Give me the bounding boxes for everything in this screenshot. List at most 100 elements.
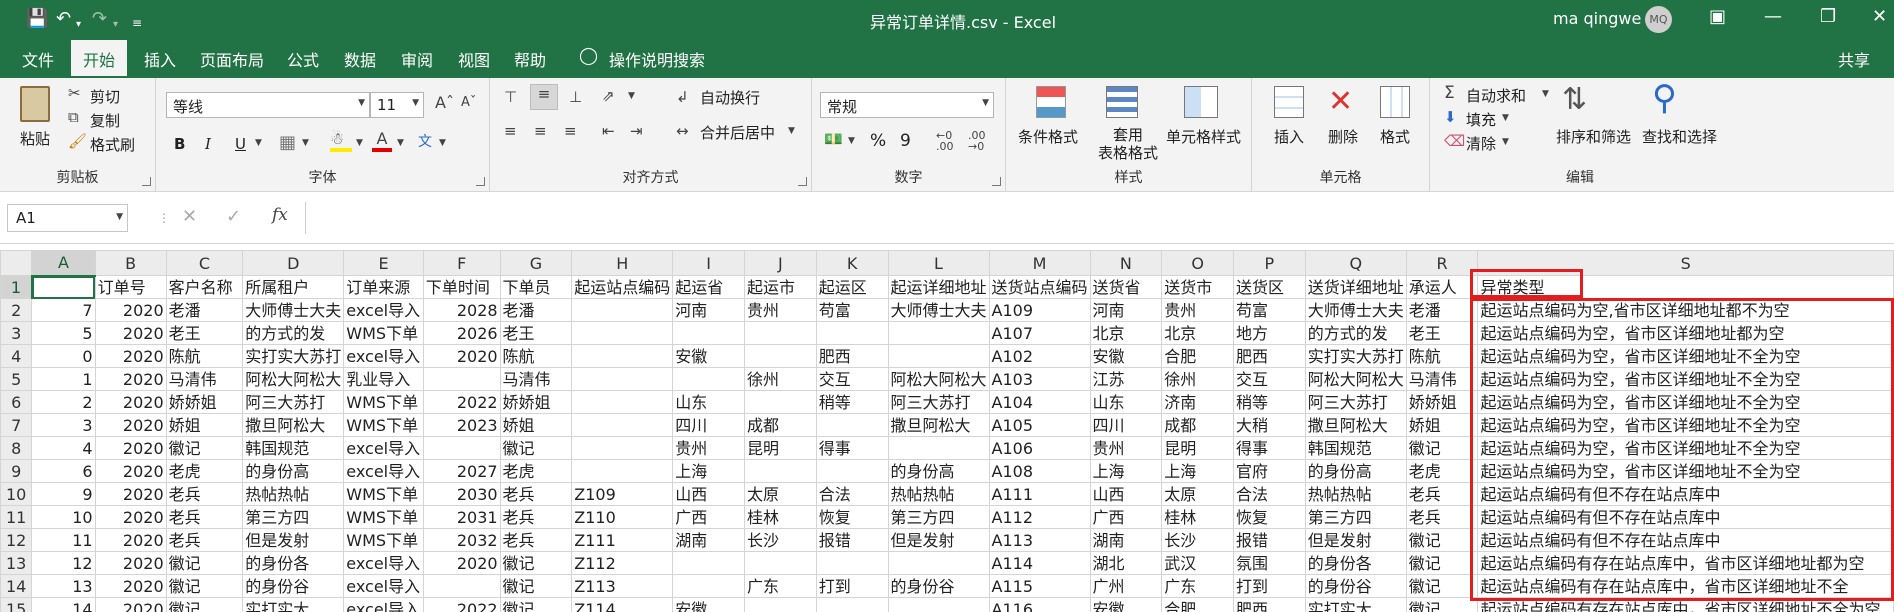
clear-button[interactable]: 清除 bbox=[1466, 133, 1496, 154]
row-header[interactable]: 9 bbox=[0, 459, 33, 483]
align-right-icon[interactable]: ≡ bbox=[564, 122, 577, 140]
cell-b4[interactable]: 2020 bbox=[94, 344, 167, 368]
column-header-r[interactable]: R bbox=[1405, 250, 1479, 276]
cell-q3[interactable]: 的方式的发 bbox=[1304, 321, 1407, 345]
cell-a5[interactable]: 1 bbox=[31, 367, 96, 391]
cell-j4[interactable] bbox=[744, 344, 817, 368]
column-header-l[interactable]: L bbox=[887, 250, 990, 276]
cell-c13[interactable]: 徽记 bbox=[165, 551, 244, 575]
column-header-p[interactable]: P bbox=[1233, 250, 1306, 276]
tab-view[interactable]: 视图 bbox=[458, 47, 490, 71]
underline-button[interactable]: U bbox=[235, 135, 246, 153]
cell-b9[interactable]: 2020 bbox=[94, 459, 167, 483]
tab-data[interactable]: 数据 bbox=[344, 47, 376, 71]
cell-n2[interactable]: 河南 bbox=[1089, 298, 1163, 322]
cell-l12[interactable]: 但是发射 bbox=[887, 528, 990, 552]
cell-n15[interactable]: 安徽 bbox=[1089, 597, 1163, 612]
cell-q7[interactable]: 撒旦阿松大 bbox=[1304, 413, 1407, 437]
cell-a3[interactable]: 5 bbox=[31, 321, 96, 345]
cell-g9[interactable]: 老虎 bbox=[499, 459, 573, 483]
delete-cells-button[interactable]: 删除 bbox=[1328, 126, 1358, 147]
cell-d5[interactable]: 阿松大阿松大 bbox=[242, 367, 345, 391]
cell-j12[interactable]: 长沙 bbox=[744, 528, 817, 552]
cell-q11[interactable]: 第三方四 bbox=[1304, 505, 1407, 529]
cell-i2[interactable]: 河南 bbox=[672, 298, 746, 322]
cell-k6[interactable]: 稍等 bbox=[815, 390, 889, 414]
cell-r3[interactable]: 老王 bbox=[1405, 321, 1479, 345]
row-header[interactable]: 2 bbox=[0, 298, 33, 322]
cell-r9[interactable]: 老虎 bbox=[1405, 459, 1479, 483]
cell-o12[interactable]: 长沙 bbox=[1161, 528, 1234, 552]
cell-f4[interactable]: 2020 bbox=[422, 344, 501, 368]
cell-m8[interactable]: A106 bbox=[988, 436, 1091, 460]
cell-h2[interactable] bbox=[571, 298, 674, 322]
name-box[interactable]: A1 ▼ bbox=[7, 204, 128, 232]
cell-r8[interactable]: 徽记 bbox=[1405, 436, 1479, 460]
cell-d2[interactable]: 大师傅士大夫 bbox=[242, 298, 345, 322]
cell-c14[interactable]: 徽记 bbox=[165, 574, 244, 598]
cell-a13[interactable]: 12 bbox=[31, 551, 96, 575]
column-header-a[interactable]: A bbox=[31, 250, 96, 277]
cell-k1[interactable]: 起运区 bbox=[815, 275, 889, 299]
grow-font-icon[interactable]: Aˆ bbox=[435, 93, 454, 112]
chevron-down-icon[interactable]: ▼ bbox=[255, 138, 262, 148]
cell-l6[interactable]: 阿三大苏打 bbox=[887, 390, 990, 414]
format-cells-button[interactable]: 格式 bbox=[1380, 126, 1410, 147]
cell-p12[interactable]: 报错 bbox=[1233, 528, 1306, 552]
cell-e2[interactable]: excel导入 bbox=[343, 298, 424, 322]
cell-i7[interactable]: 四川 bbox=[672, 413, 746, 437]
cell-e9[interactable]: excel导入 bbox=[343, 459, 424, 483]
save-icon[interactable]: 💾 bbox=[26, 8, 48, 30]
cell-r10[interactable]: 老兵 bbox=[1405, 482, 1479, 506]
cell-f10[interactable]: 2030 bbox=[422, 482, 501, 506]
font-name-select[interactable]: 等线 ▼ bbox=[166, 92, 370, 118]
undo-dropdown-icon[interactable]: ▾ bbox=[76, 14, 81, 36]
cell-i11[interactable]: 广西 bbox=[672, 505, 746, 529]
cell-m5[interactable]: A103 bbox=[988, 367, 1091, 391]
cell-h15[interactable]: Z114 bbox=[571, 597, 674, 612]
cell-f9[interactable]: 2027 bbox=[422, 459, 501, 483]
shrink-font-icon[interactable]: Aˇ bbox=[461, 95, 476, 110]
cell-a15[interactable]: 14 bbox=[31, 597, 96, 612]
cell-f7[interactable]: 2023 bbox=[422, 413, 501, 437]
number-format-select[interactable]: 常规 ▼ bbox=[820, 92, 994, 118]
cell-m10[interactable]: A111 bbox=[988, 482, 1091, 506]
cell-g6[interactable]: 娇娇姐 bbox=[499, 390, 573, 414]
minimize-icon[interactable]: — bbox=[1764, 6, 1782, 27]
cell-e11[interactable]: WMS下单 bbox=[343, 505, 424, 529]
cell-g12[interactable]: 老兵 bbox=[499, 528, 573, 552]
cell-j1[interactable]: 起运市 bbox=[744, 275, 817, 299]
cell-o14[interactable]: 广东 bbox=[1161, 574, 1234, 598]
cell-g4[interactable]: 陈航 bbox=[499, 344, 573, 368]
cell-d8[interactable]: 韩国规范 bbox=[242, 436, 345, 460]
align-middle-icon[interactable]: ≡ bbox=[530, 84, 558, 110]
cell-b3[interactable]: 2020 bbox=[94, 321, 167, 345]
cell-p15[interactable]: 肥西 bbox=[1233, 597, 1306, 612]
font-size-select[interactable]: 11 ▼ bbox=[370, 92, 424, 118]
cell-b12[interactable]: 2020 bbox=[94, 528, 167, 552]
cell-g7[interactable]: 娇姐 bbox=[499, 413, 573, 437]
cell-o10[interactable]: 太原 bbox=[1161, 482, 1234, 506]
cell-n3[interactable]: 北京 bbox=[1089, 321, 1163, 345]
format-painter-button[interactable]: 格式刷 bbox=[90, 134, 135, 155]
row-header[interactable]: 8 bbox=[0, 436, 33, 460]
cell-p7[interactable]: 大稍 bbox=[1233, 413, 1306, 437]
align-bottom-icon[interactable]: ⊥ bbox=[569, 88, 582, 106]
cell-g5[interactable]: 马清伟 bbox=[499, 367, 573, 391]
cell-c9[interactable]: 老虎 bbox=[165, 459, 244, 483]
cell-b2[interactable]: 2020 bbox=[94, 298, 167, 322]
cell-q2[interactable]: 大师傅士大夫 bbox=[1304, 298, 1407, 322]
insert-function-icon[interactable]: fx bbox=[272, 205, 288, 225]
cell-c4[interactable]: 陈航 bbox=[165, 344, 244, 368]
column-header-m[interactable]: M bbox=[988, 250, 1091, 276]
cell-f1[interactable]: 下单时间 bbox=[422, 275, 501, 299]
cell-s13[interactable]: 起运站点编码有存在站点库中，省市区详细地址都为空 bbox=[1477, 551, 1894, 575]
cell-l1[interactable]: 起运详细地址 bbox=[887, 275, 990, 299]
cell-h1[interactable]: 起运站点编码 bbox=[571, 275, 674, 299]
cell-o1[interactable]: 送货市 bbox=[1161, 275, 1234, 299]
cell-b1[interactable]: 订单号 bbox=[94, 275, 167, 299]
ribbon-display-options-icon[interactable]: ▣ bbox=[1709, 6, 1726, 27]
cell-n5[interactable]: 江苏 bbox=[1089, 367, 1163, 391]
tab-file[interactable]: 文件 bbox=[22, 47, 54, 71]
tab-formulas[interactable]: 公式 bbox=[287, 47, 319, 71]
